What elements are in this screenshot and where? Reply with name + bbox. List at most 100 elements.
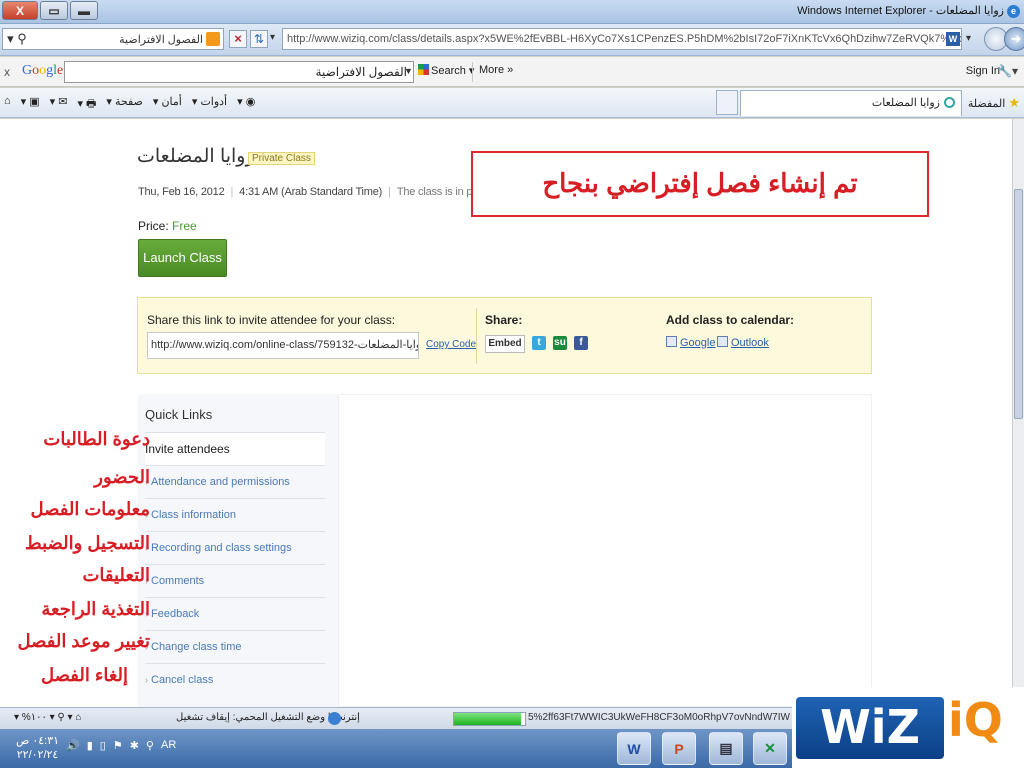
private-class-badge: Private Class — [248, 152, 315, 165]
facebook-icon[interactable]: f — [574, 336, 588, 350]
close-window-button[interactable]: X — [2, 1, 38, 20]
back-button[interactable]: ➜ — [1004, 27, 1024, 51]
menu-tools-label: أدوات — [200, 96, 228, 108]
quick-link-comments[interactable]: › Comments — [145, 564, 325, 597]
divider — [476, 308, 477, 364]
quick-link-attendance[interactable]: › Attendance and permissions — [145, 465, 325, 498]
quick-link-class-information[interactable]: › Class information — [145, 498, 325, 531]
menu-safety[interactable]: أمان ▾ — [153, 95, 182, 114]
window-title: زوايا المضلعات - Windows Internet Explor… — [797, 5, 1004, 17]
calendar-icon — [666, 336, 677, 347]
quick-links-list: Invite attendees › Attendance and permiss… — [145, 432, 325, 696]
word-app-button[interactable]: W — [617, 732, 651, 765]
menu-page[interactable]: صفحة ▾ — [106, 95, 142, 114]
network-icon[interactable]: ▮ — [87, 739, 93, 752]
quick-link-label: Attendance and permissions — [151, 476, 290, 488]
close-toolbar-button[interactable]: x — [4, 65, 10, 79]
tab-favicon-icon — [944, 97, 955, 108]
print-icon[interactable]: 🖶 ▾ — [77, 95, 96, 114]
recent-pages-icon[interactable]: ▾ — [966, 30, 984, 48]
quick-link-label: Change class time — [151, 641, 242, 653]
menu-tools[interactable]: أدوات ▾ — [192, 95, 227, 114]
google-calendar-link[interactable]: Google — [666, 336, 715, 349]
search-icon[interactable]: ▾ ⚲ — [3, 31, 31, 47]
stop-button[interactable]: × — [229, 30, 247, 48]
progress-fill — [454, 713, 522, 725]
google-search-button[interactable]: Search ▾ — [418, 64, 474, 77]
wiziq-logo: WiZ iQ — [792, 687, 1024, 768]
quick-link-feedback[interactable]: › Feedback — [145, 597, 325, 630]
class-time: 4:31 AM (Arab Standard Time) — [239, 186, 383, 198]
logo-letter: G — [22, 63, 33, 78]
logo-letter: e — [57, 63, 64, 78]
quick-link-invite-attendees[interactable]: Invite attendees — [145, 432, 325, 465]
google-g-icon — [418, 64, 429, 75]
bluetooth-icon[interactable]: ✱ — [130, 739, 139, 752]
globe-icon — [328, 712, 341, 725]
quick-link-recording-settings[interactable]: › Recording and class settings — [145, 531, 325, 564]
google-logo: Google — [22, 63, 63, 79]
remote-desktop-app-button[interactable]: ▤ — [709, 732, 743, 765]
clock[interactable]: ٠٤:٣١ ص ٢٢/٠٢/٢٤ — [16, 734, 59, 762]
share-link-label: Share this link to invite attendee for y… — [147, 313, 396, 327]
share-panel: Share this link to invite attendee for y… — [137, 297, 872, 374]
price-label: Price: — [138, 219, 169, 233]
price-value: Free — [172, 219, 197, 233]
launch-class-button[interactable]: Launch Class — [138, 239, 227, 277]
mail-icon[interactable]: ✉ ▾ — [50, 95, 68, 114]
volume-icon[interactable]: 🔊 — [66, 739, 80, 752]
copy-code-link[interactable]: Copy Code — [426, 339, 476, 350]
more-label: More — [479, 64, 505, 76]
scrollbar-thumb[interactable] — [1014, 189, 1023, 419]
powerpoint-app-button[interactable]: P — [662, 732, 696, 765]
search-provider-icon — [206, 32, 220, 46]
maximize-button[interactable]: ▭ — [40, 1, 68, 20]
system-tray: 🔊 ▮ ▯ ⚑ ✱ ⚲ AR — [66, 739, 176, 752]
vertical-scrollbar[interactable] — [1012, 119, 1024, 707]
wiziq-logo-wiz: WiZ — [796, 697, 944, 759]
loading-progress-bar — [453, 712, 526, 726]
language-indicator[interactable]: AR — [161, 739, 176, 752]
minimize-button[interactable]: ▬ — [70, 1, 98, 20]
help-icon[interactable]: ◉ ▾ — [237, 95, 255, 114]
live-search-box[interactable]: الفصول الافتراضية ▾ ⚲ — [2, 28, 224, 50]
main-content-area — [338, 394, 872, 707]
network-app-button[interactable]: ✕ — [753, 732, 787, 765]
share-link-field[interactable]: http://www.wiziq.com/online-class/759132… — [147, 332, 419, 359]
battery-icon[interactable]: ▯ — [100, 739, 106, 752]
quick-link-cancel-class[interactable]: › Cancel class — [145, 663, 325, 696]
quick-link-label: Feedback — [151, 608, 200, 620]
annotation-recording: التسجيل والضبط — [25, 533, 150, 553]
embed-button[interactable]: Embed — [485, 335, 525, 353]
flag-icon[interactable]: ⚑ — [113, 739, 123, 752]
home-icon[interactable]: ⌂ — [4, 95, 11, 114]
quick-link-label: Invite attendees — [145, 442, 230, 456]
google-search-input[interactable]: الفصول الافتراضية — [64, 61, 414, 83]
title-bar: X ▭ ▬ زوايا المضلعات - Windows Internet … — [0, 0, 1024, 24]
calendar-title: Add class to calendar: — [666, 313, 795, 327]
page-content: زوايا المضلعات Private Class Thu, Feb 16… — [0, 119, 1012, 707]
new-tab-button[interactable] — [716, 90, 738, 115]
wrench-icon[interactable]: 🔧▾ — [997, 64, 1018, 78]
site-favicon-icon: W — [946, 32, 960, 46]
feeds-icon[interactable]: ▣ ▾ — [21, 95, 40, 114]
live-search-input[interactable]: الفصول الافتراضية — [31, 33, 203, 46]
url-input[interactable]: http://www.wiziq.com/class/details.aspx?… — [282, 28, 962, 50]
class-date: Thu, Feb 16, 2012 — [138, 186, 225, 198]
zoom-control[interactable]: ▾ %١٠٠ ▾ ⚲ ▾ ⌂ — [14, 712, 81, 723]
outlook-calendar-link[interactable]: Outlook — [717, 336, 769, 349]
chevron-down-icon[interactable]: ▼ — [404, 66, 413, 76]
annotation-invite: دعوة الطالبات — [43, 429, 150, 449]
more-button[interactable]: More » — [479, 64, 513, 76]
notification-icon[interactable]: ⚲ — [146, 739, 154, 752]
refresh-button[interactable]: ⇅ — [250, 30, 268, 48]
favorites-button[interactable]: ★ المفضلة — [968, 95, 1020, 111]
annotation-feedback: التغذية الراجعة — [41, 599, 150, 619]
address-dropdown-icon[interactable]: ▾ — [270, 32, 275, 43]
annotation-change-time: تغيير موعد الفصل — [17, 631, 150, 651]
quick-link-change-time[interactable]: › Change class time — [145, 630, 325, 663]
sign-in-link[interactable]: Sign In — [966, 65, 1000, 77]
stumbleupon-icon[interactable]: su — [553, 336, 567, 350]
twitter-icon[interactable]: t — [532, 336, 546, 350]
tab-current[interactable]: زوايا المضلعات — [740, 90, 962, 116]
